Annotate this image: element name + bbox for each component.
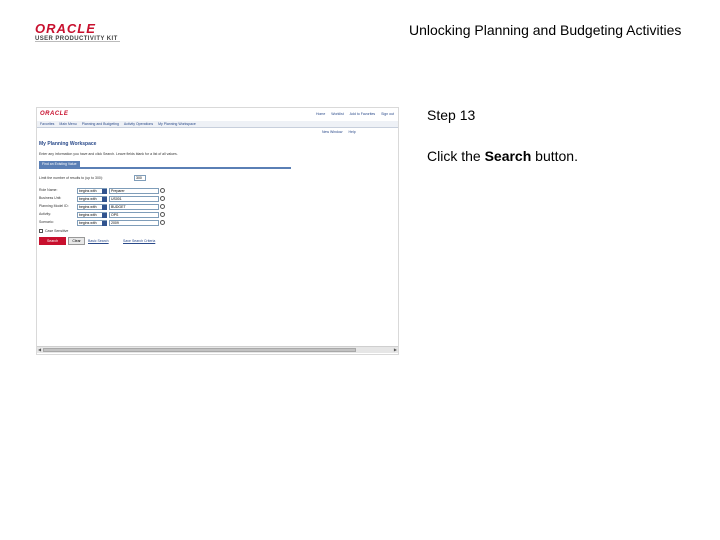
step-label: Step 13 — [427, 107, 476, 123]
clear-button[interactable]: Clear — [68, 237, 85, 245]
criteria-label: Role Name: — [39, 188, 58, 192]
slide-title: Unlocking Planning and Budgeting Activit… — [409, 22, 682, 38]
chevron-down-icon[interactable] — [102, 220, 107, 226]
top-link-add-favorites[interactable]: Add to Favorites — [350, 112, 375, 116]
breadcrumb-item[interactable]: Activity Operations — [124, 122, 153, 126]
top-link-worklist[interactable]: Worklist — [331, 112, 343, 116]
top-link-home[interactable]: Home — [316, 112, 325, 116]
search-button[interactable]: Search — [39, 237, 66, 245]
criteria-row-planning-model: Planning Model ID: begins with BUDGET — [39, 204, 169, 210]
lookup-icon[interactable] — [160, 196, 165, 201]
instruction-text-before: Click the — [427, 148, 485, 164]
oracle-logo-text: ORACLE — [35, 21, 96, 36]
criteria-value-input[interactable]: 2009 — [109, 220, 159, 226]
criteria-row-scenario: Scenario: begins with 2009 — [39, 220, 169, 226]
search-instructions: Enter any information you have and click… — [39, 152, 178, 156]
basic-search-link[interactable]: Basic Search — [88, 239, 109, 243]
step-instruction: Click the Search button. — [427, 148, 578, 164]
tab-find-existing-value[interactable]: Find an Existing Value — [39, 161, 80, 168]
breadcrumb-item[interactable]: Favorites — [40, 122, 54, 126]
breadcrumb-item[interactable]: Planning and Budgeting — [82, 122, 119, 126]
save-search-criteria-link[interactable]: Save Search Criteria — [123, 239, 155, 243]
chevron-down-icon[interactable] — [102, 188, 107, 194]
help-link[interactable]: Help — [348, 130, 355, 134]
app-logo: ORACLE — [40, 111, 69, 117]
scrollbar-thumb[interactable] — [43, 348, 356, 352]
criteria-label: Scenario: — [39, 220, 54, 224]
criteria-value-input[interactable]: OPS — [109, 212, 159, 218]
lookup-icon[interactable] — [160, 188, 165, 193]
criteria-row-activity: Activity: begins with OPS — [39, 212, 169, 218]
scroll-right-icon[interactable]: ▶ — [394, 348, 397, 352]
section-bar: Find an Existing Value — [39, 160, 291, 169]
app-screenshot: ORACLE Home Worklist Add to Favorites Si… — [36, 107, 399, 355]
criteria-row-business-unit: Business Unit: begins with US001 — [39, 196, 169, 202]
chevron-down-icon[interactable] — [102, 204, 107, 210]
scroll-left-icon[interactable]: ◀ — [38, 348, 41, 352]
lookup-icon[interactable] — [160, 220, 165, 225]
chevron-down-icon[interactable] — [102, 212, 107, 218]
upk-logo: ORACLE USER PRODUCTIVITY KIT — [35, 22, 125, 48]
app-header: ORACLE Home Worklist Add to Favorites Si… — [37, 108, 398, 121]
criteria-label: Business Unit: — [39, 196, 62, 200]
case-sensitive-label: Case Sensitive — [45, 229, 69, 233]
instruction-text-bold: Search — [484, 148, 532, 164]
limit-input[interactable]: 300 — [134, 175, 146, 181]
logo-divider — [35, 41, 120, 42]
breadcrumb: Favorites Main Menu Planning and Budgeti… — [40, 122, 196, 126]
criteria-value-input[interactable]: BUDGET — [109, 204, 159, 210]
lookup-icon[interactable] — [160, 212, 165, 217]
chevron-down-icon[interactable] — [102, 196, 107, 202]
lookup-icon[interactable] — [160, 204, 165, 209]
criteria-value-input[interactable]: Preparer — [109, 188, 159, 194]
criteria-value-input[interactable]: US001 — [109, 196, 159, 202]
app-top-links: Home Worklist Add to Favorites Sign out — [316, 112, 394, 116]
case-sensitive-checkbox[interactable] — [39, 229, 43, 233]
criteria-row-role-name: Role Name: begins with Preparer — [39, 188, 169, 194]
instruction-text-after: button. — [531, 148, 578, 164]
app-breadcrumb-bar: Favorites Main Menu Planning and Budgeti… — [37, 121, 398, 128]
limit-label: Limit the number of results to (up to 30… — [39, 176, 104, 180]
page-title: My Planning Workspace — [39, 141, 97, 147]
criteria-label: Planning Model ID: — [39, 204, 69, 208]
new-window-link[interactable]: New Window — [322, 130, 342, 134]
criteria-label: Activity: — [39, 212, 52, 216]
horizontal-scrollbar[interactable]: ◀ ▶ — [37, 346, 398, 353]
breadcrumb-item[interactable]: Main Menu — [59, 122, 76, 126]
page-toolbar: New Window Help — [322, 130, 356, 134]
top-link-sign-out[interactable]: Sign out — [381, 112, 394, 116]
breadcrumb-item[interactable]: My Planning Workspace — [158, 122, 196, 126]
